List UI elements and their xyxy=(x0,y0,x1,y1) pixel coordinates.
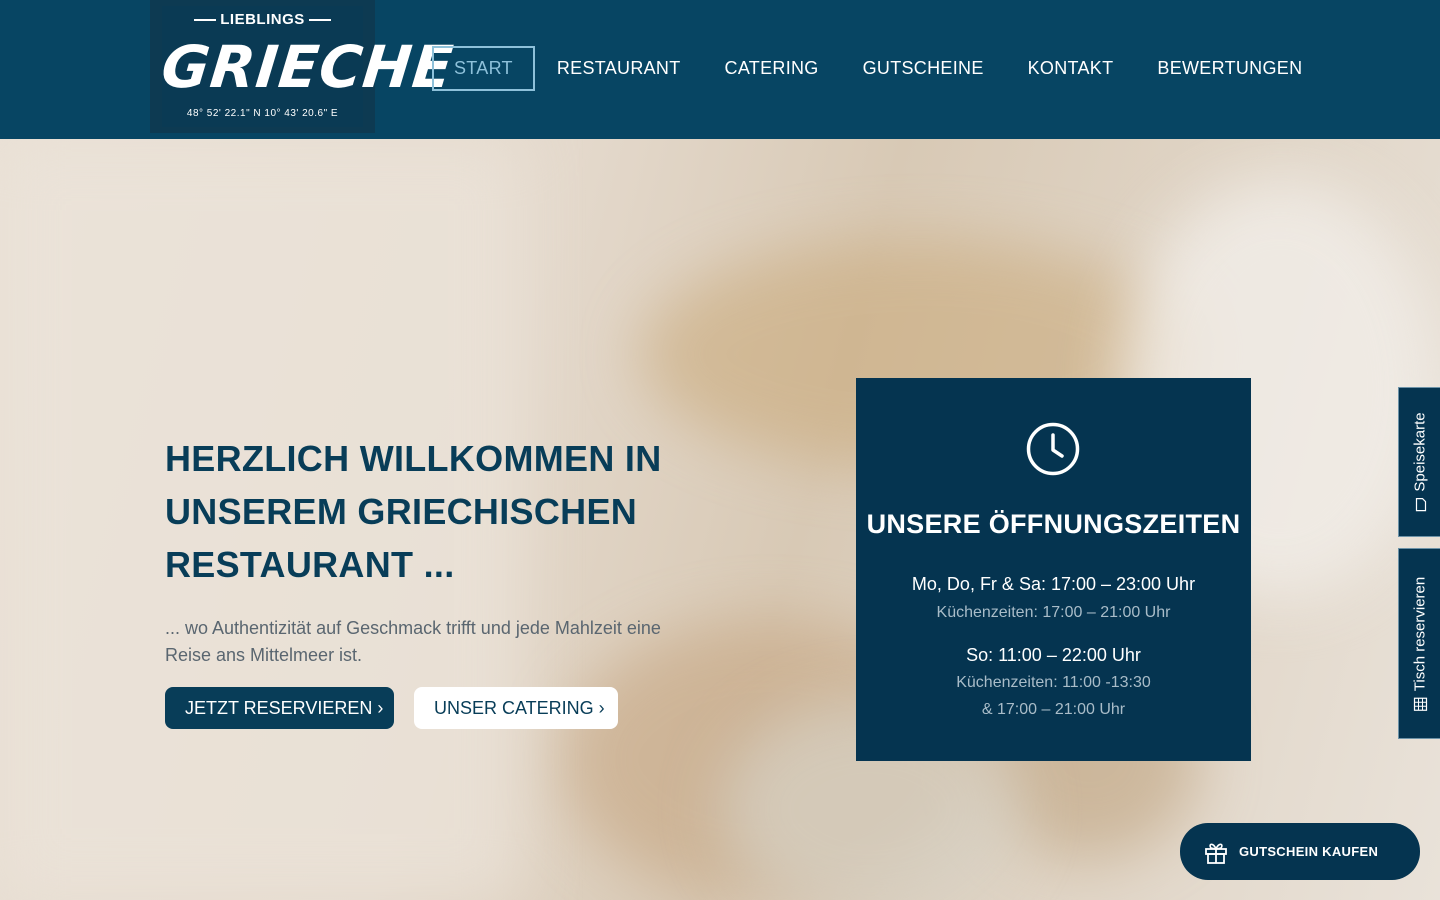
opening-hours-card: UNSERE ÖFFNUNGSZEITEN Mo, Do, Fr & Sa: 1… xyxy=(856,378,1251,761)
weekday-kitchen-hours: Küchenzeiten: 17:00 – 21:00 Uhr xyxy=(936,604,1171,621)
hero-headline: HERZLICH WILLKOMMEN IN UNSEREM GRIECHISC… xyxy=(165,438,662,585)
buy-voucher-button[interactable]: GUTSCHEIN KAUFEN xyxy=(1180,823,1420,880)
logo-badge: LIEBLINGS GRIECHE 48° 52' 22.1" N 10° 43… xyxy=(158,6,457,127)
hero-subtext: ... wo Authentizität auf Geschmack triff… xyxy=(165,618,661,665)
nav-kontakt[interactable]: KONTAKT xyxy=(1006,46,1136,91)
menu-side-tab[interactable]: Speisekarte xyxy=(1398,387,1440,537)
sunday-kitchen-hours: Küchenzeiten: 11:00 -13:30 xyxy=(956,674,1151,691)
reserve-side-tab-label: Tisch reservieren xyxy=(1411,576,1428,691)
sunday-hours: So: 11:00 – 22:00 Uhr xyxy=(966,645,1141,665)
main-nav: START RESTAURANT CATERING GUTSCHEINE KON… xyxy=(432,46,1324,91)
nav-bewertungen[interactable]: BEWERTUNGEN xyxy=(1135,46,1324,91)
reserve-button[interactable]: JETZT RESERVIEREN › xyxy=(165,687,394,729)
logo-main-text: GRIECHE xyxy=(158,33,457,101)
weekday-hours: Mo, Do, Fr & Sa: 17:00 – 23:00 Uhr xyxy=(911,574,1196,594)
logo[interactable]: LIEBLINGS GRIECHE 48° 52' 22.1" N 10° 43… xyxy=(150,0,457,133)
hero-section: HERZLICH WILLKOMMEN IN UNSEREM GRIECHISC… xyxy=(0,139,1440,900)
document-icon xyxy=(1414,498,1426,512)
sunday-kitchen-hours-evening: & 17:00 – 21:00 Uhr xyxy=(981,701,1126,718)
gift-icon xyxy=(1205,843,1227,864)
nav-start[interactable]: START xyxy=(432,46,535,91)
nav-catering[interactable]: CATERING xyxy=(703,46,841,91)
hours-title: UNSERE ÖFFNUNGSZEITEN xyxy=(866,509,1241,539)
logo-top-text: LIEBLINGS xyxy=(220,11,305,28)
logo-coordinates: 48° 52' 22.1" N 10° 43' 20.6" E xyxy=(186,108,339,119)
reserve-side-tab[interactable]: Tisch reservieren xyxy=(1398,548,1440,739)
table-icon xyxy=(1412,697,1427,711)
site-header: LIEBLINGS GRIECHE 48° 52' 22.1" N 10° 43… xyxy=(0,0,1440,139)
logo-top: LIEBLINGS xyxy=(162,11,363,28)
nav-gutscheine[interactable]: GUTSCHEINE xyxy=(841,46,1006,91)
catering-button[interactable]: UNSER CATERING › xyxy=(414,687,618,729)
menu-side-tab-label: Speisekarte xyxy=(1411,412,1428,492)
buy-voucher-label: GUTSCHEIN KAUFEN xyxy=(1239,844,1379,859)
nav-restaurant[interactable]: RESTAURANT xyxy=(535,46,703,91)
clock-icon xyxy=(1026,422,1080,476)
